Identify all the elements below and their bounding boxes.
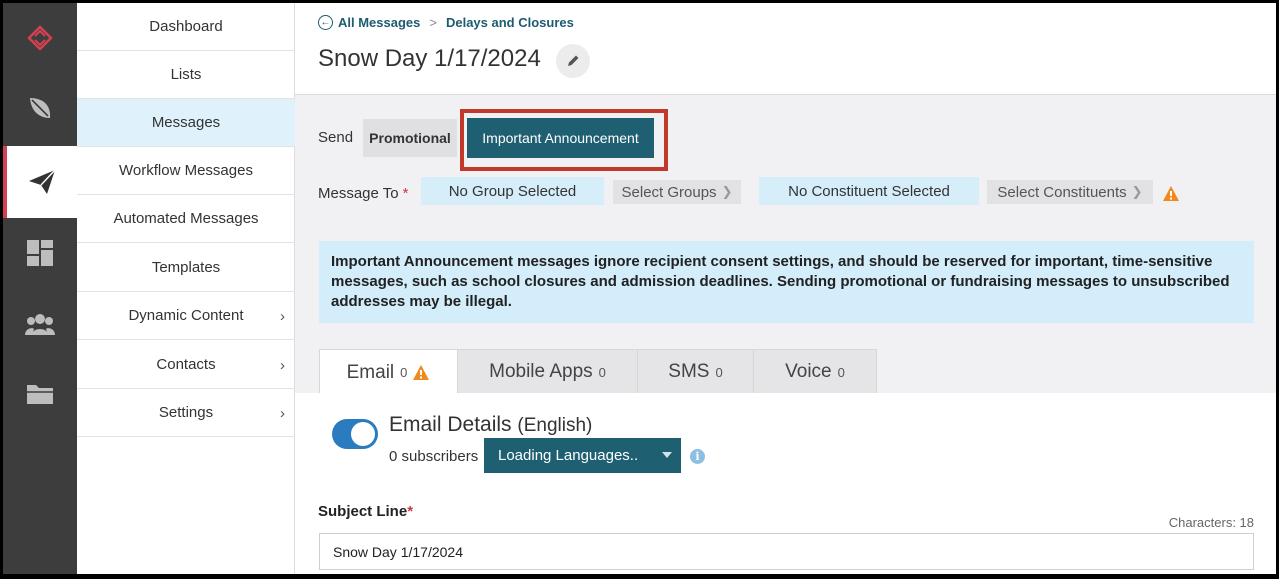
- message-to-text: Message To: [318, 185, 399, 202]
- select-constituents-label: Select Constituents: [997, 183, 1127, 201]
- sidebar-item-label: Workflow Messages: [119, 162, 253, 179]
- sidebar-nav: Dashboard Lists Messages Workflow Messag…: [77, 3, 295, 574]
- users-group-icon: [25, 314, 55, 335]
- tab-label: Mobile Apps: [489, 361, 593, 382]
- rail-item-files[interactable]: [3, 359, 77, 429]
- language-dropdown-label: Loading Languages..: [498, 447, 639, 464]
- rail-item-dashboard[interactable]: [3, 218, 77, 288]
- promotional-button[interactable]: Promotional: [363, 119, 457, 157]
- icon-rail: [3, 3, 77, 574]
- toggle-knob: [351, 422, 375, 446]
- breadcrumb-all-messages[interactable]: All Messages: [338, 15, 420, 30]
- edit-title-button[interactable]: [556, 44, 590, 78]
- sidebar-item-lists[interactable]: Lists: [77, 51, 295, 99]
- warning-icon: [1163, 186, 1179, 201]
- sidebar-item-label: Dashboard: [149, 18, 223, 35]
- feather-icon: [30, 98, 51, 118]
- sidebar-item-contacts[interactable]: Contacts ›: [77, 341, 295, 389]
- sidebar-item-label: Contacts: [156, 356, 216, 373]
- constituent-selection-value: No Constituent Selected: [759, 177, 979, 205]
- sidebar-item-templates[interactable]: Templates: [77, 244, 295, 292]
- info-icon[interactable]: i: [690, 449, 705, 464]
- sidebar-item-settings[interactable]: Settings ›: [77, 389, 295, 437]
- main-panel: ← All Messages > Delays and Closures Sno…: [295, 3, 1276, 574]
- email-details-heading: Email Details: [389, 413, 512, 436]
- send-label: Send: [318, 129, 354, 146]
- sidebar-item-label: Settings: [158, 404, 214, 421]
- subscriber-count: 0 subscribers: [389, 448, 479, 465]
- subject-line-text: Subject Line: [318, 503, 408, 520]
- required-marker: *: [402, 185, 409, 202]
- rail-item-contacts[interactable]: [3, 289, 77, 359]
- caret-down-icon: [662, 452, 672, 458]
- sidebar-item-label: Messages: [151, 114, 221, 131]
- dashboard-grid-icon: [27, 240, 53, 266]
- breadcrumb: ← All Messages > Delays and Closures: [318, 15, 574, 30]
- subject-line-input[interactable]: [319, 533, 1254, 570]
- required-marker: *: [407, 503, 414, 520]
- language-dropdown[interactable]: Loading Languages..: [484, 438, 681, 473]
- folder-icon: [27, 385, 53, 404]
- tab-label: Email: [346, 361, 395, 383]
- chevron-right-icon: ❯: [1131, 184, 1143, 199]
- select-groups-button[interactable]: Select Groups ❯: [613, 180, 741, 204]
- rail-logo[interactable]: [3, 3, 77, 73]
- tab-label: SMS: [668, 361, 710, 382]
- important-announcement-button[interactable]: Important Announcement: [467, 118, 654, 158]
- sidebar-item-messages[interactable]: Messages: [77, 99, 295, 147]
- chevron-right-icon: ❯: [721, 184, 733, 199]
- sidebar-item-dynamic-content[interactable]: Dynamic Content ›: [77, 292, 295, 340]
- consent-notice: Important Announcement messages ignore r…: [319, 241, 1254, 323]
- rail-item-content[interactable]: [3, 73, 77, 143]
- tab-email[interactable]: Email 0: [319, 349, 458, 395]
- channel-tabs: Email 0 Mobile Apps 0 SMS 0 Voice 0: [319, 349, 877, 395]
- app-window: Dashboard Lists Messages Workflow Messag…: [3, 3, 1276, 574]
- tab-voice[interactable]: Voice 0: [753, 349, 877, 394]
- group-selection-value: No Group Selected: [421, 177, 604, 205]
- pencil-icon: [568, 55, 579, 66]
- character-count: Characters: 18: [1168, 515, 1254, 530]
- email-details-title: Email Details (English): [389, 413, 592, 437]
- email-enabled-toggle[interactable]: [332, 419, 378, 449]
- page-header: ← All Messages > Delays and Closures Sno…: [295, 3, 1276, 95]
- warning-icon: [413, 365, 430, 380]
- logo-icon: [27, 25, 53, 51]
- select-constituents-button[interactable]: Select Constituents ❯: [987, 180, 1153, 204]
- email-panel: Email Details (English) 0 subscribers Lo…: [295, 393, 1276, 574]
- chevron-right-icon: ›: [280, 405, 285, 422]
- tab-count: 0: [400, 365, 408, 380]
- chevron-right-icon: ›: [280, 308, 285, 325]
- paper-plane-icon: [29, 169, 56, 194]
- tab-count: 0: [598, 364, 606, 380]
- message-to-label: Message To *: [318, 185, 408, 202]
- rail-item-messages[interactable]: [3, 146, 77, 218]
- tab-mobile-apps[interactable]: Mobile Apps 0: [457, 349, 638, 394]
- sidebar-item-automated-messages[interactable]: Automated Messages: [77, 195, 295, 243]
- breadcrumb-current[interactable]: Delays and Closures: [446, 15, 574, 30]
- message-settings: Send Promotional Important Announcement …: [295, 95, 1276, 395]
- subject-line-label: Subject Line*: [318, 503, 413, 520]
- breadcrumb-separator: >: [429, 15, 437, 30]
- chevron-right-icon: ›: [280, 357, 285, 374]
- tab-count: 0: [837, 364, 845, 380]
- sidebar-item-label: Templates: [151, 259, 221, 276]
- email-details-language: (English): [517, 415, 593, 436]
- sidebar-item-label: Dynamic Content: [128, 307, 244, 324]
- sidebar-item-label: Automated Messages: [113, 210, 259, 227]
- sidebar-item-label: Lists: [170, 66, 202, 83]
- tab-count: 0: [715, 364, 723, 380]
- select-groups-label: Select Groups: [621, 183, 717, 201]
- sidebar-item-dashboard[interactable]: Dashboard: [77, 3, 295, 51]
- back-arrow-icon[interactable]: ←: [318, 15, 333, 30]
- tab-label: Voice: [785, 361, 832, 382]
- tab-sms[interactable]: SMS 0: [637, 349, 754, 394]
- page-title: Snow Day 1/17/2024: [318, 45, 541, 72]
- sidebar-item-workflow-messages[interactable]: Workflow Messages: [77, 147, 295, 195]
